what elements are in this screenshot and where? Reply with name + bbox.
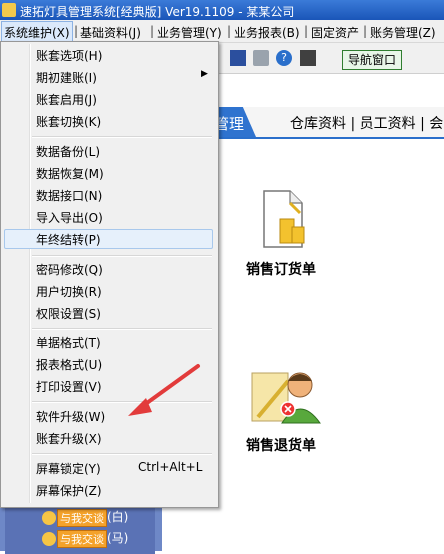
chat-tag: 与我交谈 [57, 508, 107, 527]
menu-item-account-switch[interactable]: 账套切换(K) [4, 111, 213, 131]
help-icon[interactable]: ? [276, 50, 292, 66]
menu-business-reports[interactable]: 业务报表(B) [234, 24, 300, 41]
menu-item-account-enable[interactable]: 账套启用(J) [4, 89, 213, 109]
screen-lock-shortcut: Ctrl+Alt+L [138, 460, 203, 474]
sales-order-label[interactable]: 销售订货单 [246, 259, 316, 279]
app-icon [2, 3, 16, 17]
menu-item-import-export[interactable]: 导入导出(O) [4, 207, 213, 227]
qq-contact-name: (白) [107, 510, 129, 524]
menu-item-change-password[interactable]: 密码修改(Q) [4, 259, 213, 279]
navigation-window-button[interactable]: 导航窗口 [342, 50, 402, 70]
menu-item-screen-saver[interactable]: 屏幕保护(Z) [4, 480, 213, 500]
qq-icon [42, 531, 56, 546]
menu-separator [32, 255, 212, 257]
menu-separator [32, 453, 212, 455]
menu-item-document-format[interactable]: 单据格式(T) [4, 332, 213, 352]
menu-item-year-end-carryover[interactable]: 年终结转(P) [4, 229, 213, 249]
title-bar: 速拓灯具管理系统[经典版] Ver19.1109 - 某某公司 [0, 0, 444, 20]
chat-tag: 与我交谈 [57, 529, 107, 548]
sales-return-label[interactable]: 销售退货单 [246, 435, 316, 455]
window-title: 速拓灯具管理系统[经典版] Ver19.1109 - 某某公司 [20, 5, 295, 19]
qq-contact-row[interactable]: 与我交谈 (白) [42, 508, 129, 527]
qq-icon [42, 510, 56, 525]
menu-item-opening-setup[interactable]: 期初建账(I) ▶ [4, 67, 213, 87]
menu-separator [32, 136, 212, 138]
menu-item-screen-lock[interactable]: 屏幕锁定(Y) Ctrl+Alt+L [4, 458, 213, 478]
menu-accounting[interactable]: 账务管理(Z) [370, 24, 436, 41]
menu-item-data-interface[interactable]: 数据接口(N) [4, 185, 213, 205]
menu-item-permissions[interactable]: 权限设置(S) [4, 303, 213, 323]
save-icon[interactable] [230, 50, 246, 66]
menu-item-data-restore[interactable]: 数据恢复(M) [4, 163, 213, 183]
menu-basic-data[interactable]: 基础资料(J) [80, 24, 141, 41]
sales-return-icon[interactable] [248, 367, 324, 427]
sales-order-icon[interactable] [260, 189, 308, 251]
menu-bar: 系统维护(X) | 基础资料(J) | 业务管理(Y) | 业务报表(B) | … [0, 20, 444, 44]
menu-item-switch-user[interactable]: 用户切换(R) [4, 281, 213, 301]
tab-links[interactable]: 仓库资料 | 员工资料 | 会 [290, 113, 443, 133]
menu-item-account-options[interactable]: 账套选项(H) [4, 45, 213, 65]
qq-contact-name: (马) [107, 531, 129, 545]
menu-fixed-assets[interactable]: 固定资产 [311, 24, 359, 41]
annotation-arrow-icon [128, 364, 200, 416]
qq-contact-row[interactable]: 与我交谈 (马) [42, 529, 129, 548]
menu-item-data-backup[interactable]: 数据备份(L) [4, 141, 213, 161]
menu-business-management[interactable]: 业务管理(Y) [157, 24, 222, 41]
print-icon[interactable] [253, 50, 269, 66]
menu-separator [32, 328, 212, 330]
system-maintenance-menu: 账套选项(H) 期初建账(I) ▶ 账套启用(J) 账套切换(K) 数据备份(L)… [0, 41, 219, 508]
menu-item-account-upgrade[interactable]: 账套升级(X) [4, 428, 213, 448]
submenu-arrow-icon: ▶ [201, 69, 208, 79]
exit-icon[interactable] [300, 50, 316, 66]
